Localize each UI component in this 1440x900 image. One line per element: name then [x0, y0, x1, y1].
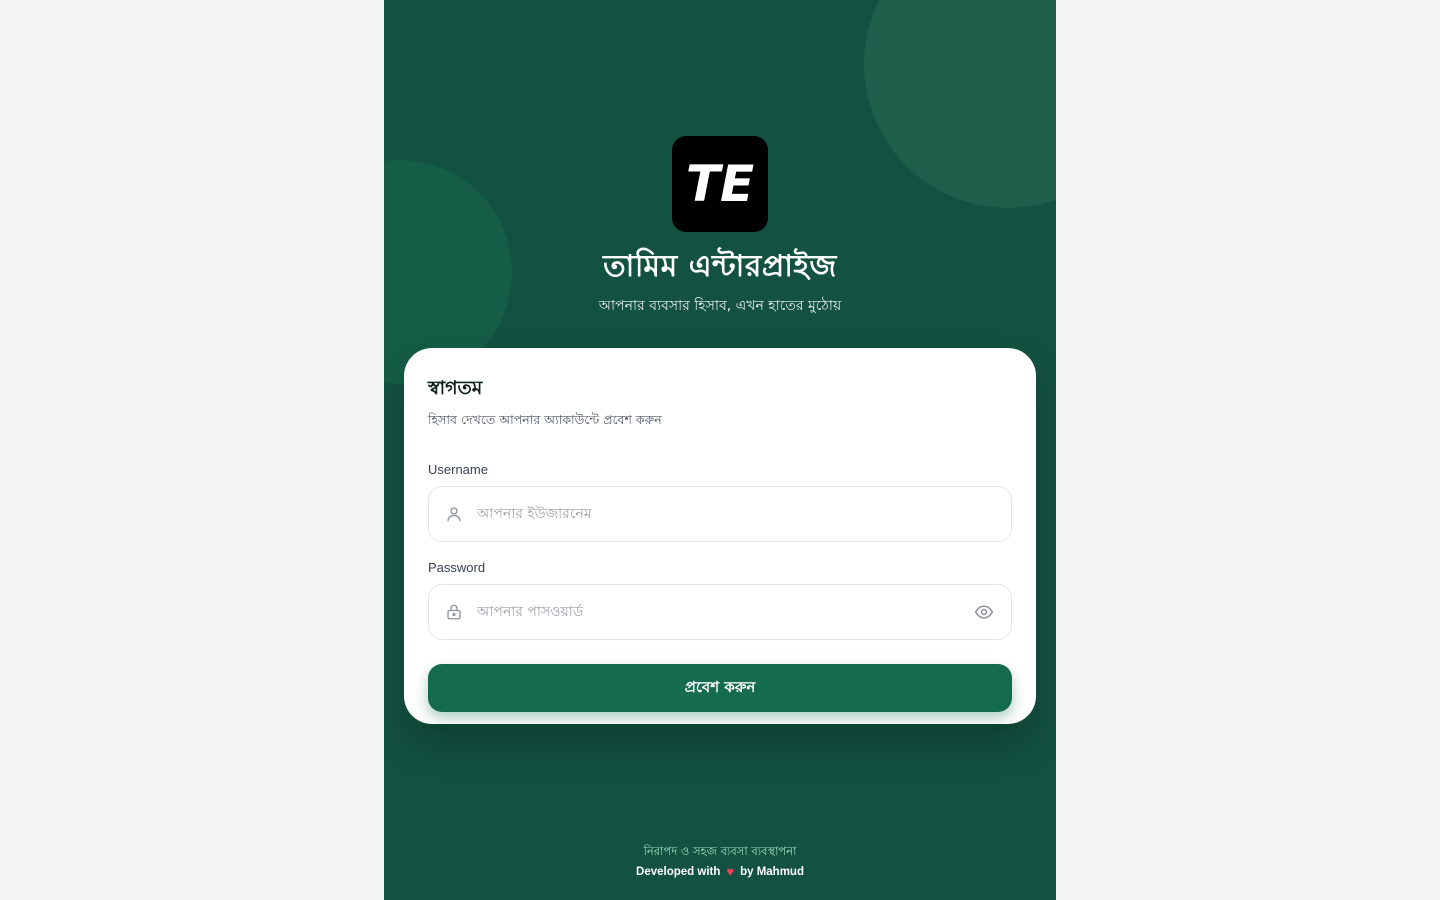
brand-tagline: আপনার ব্যবসার হিসাব, এখন হাতের মুঠোয় [598, 298, 842, 314]
username-field-wrapper[interactable] [428, 486, 1012, 542]
eye-icon[interactable] [973, 601, 995, 623]
password-field-wrapper[interactable] [428, 584, 1012, 640]
te-logo-icon: TE [686, 157, 754, 211]
footer-author: by Mahmud [740, 865, 804, 878]
user-icon [445, 505, 463, 523]
lock-icon [445, 603, 463, 621]
footer-credit: Developed with ♥ by Mahmud [384, 864, 1056, 879]
login-subtitle: হিসাব দেখতে আপনার অ্যাকাউন্টে প্রবেশ করু… [428, 412, 662, 427]
footer-developed-with: Developed with [636, 865, 721, 878]
login-title: স্বাগতম [428, 377, 483, 399]
login-screen: TE তামিম এন্টারপ্রাইজ আপনার ব্যবসার হিসা… [384, 0, 1056, 900]
username-input[interactable] [477, 506, 995, 522]
footer-tagline: নিরাপদ ও সহজ ব্যবসা ব্যবস্থাপনা [643, 844, 797, 858]
login-button[interactable]: প্রবেশ করুন [428, 664, 1012, 712]
username-label: Username [428, 462, 488, 477]
password-input[interactable] [477, 604, 973, 620]
brand-title: তামিম এন্টারপ্রাইজ [603, 249, 837, 284]
svg-text:TE: TE [686, 157, 754, 211]
login-card: স্বাগতম হিসাব দেখতে আপনার অ্যাকাউন্টে প্… [404, 348, 1036, 724]
password-label: Password [428, 560, 486, 575]
heart-icon: ♥ [726, 864, 735, 879]
decorative-circle [864, 0, 1056, 208]
brand-logo: TE [672, 136, 768, 232]
